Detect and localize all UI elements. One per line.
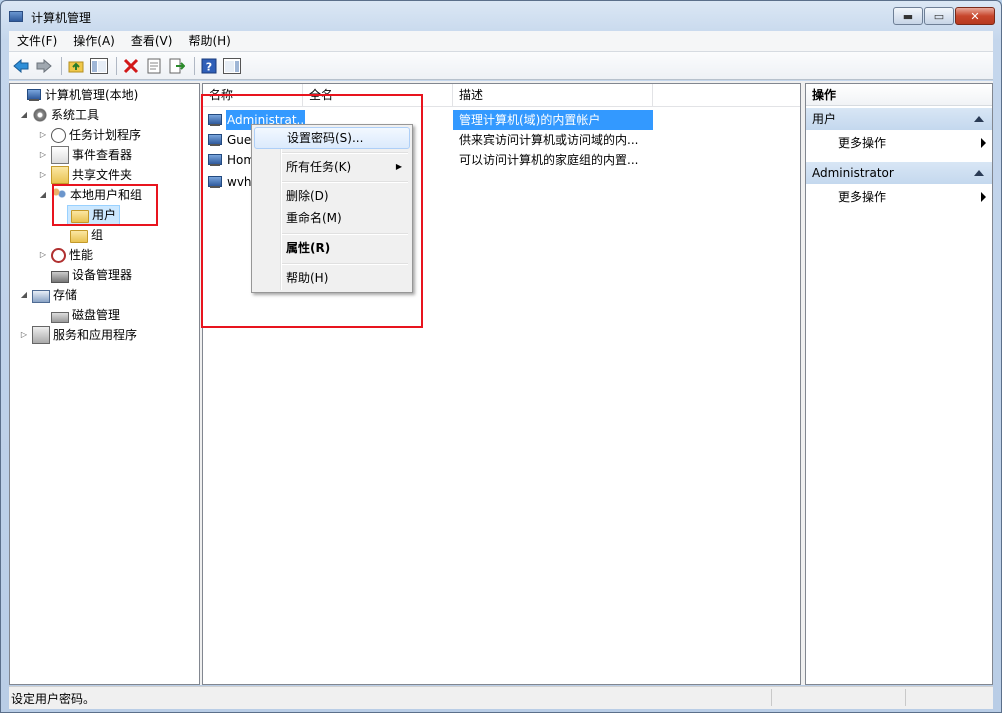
disk-management-icon <box>51 312 69 323</box>
services-apps-icon <box>32 326 50 344</box>
shared-folders-icon <box>51 166 69 184</box>
action-more-actions-users[interactable]: 更多操作 <box>806 132 992 154</box>
status-text: 设定用户密码。 <box>11 692 96 706</box>
task-scheduler-icon <box>51 127 66 143</box>
tree-item-disk-management[interactable]: 磁盘管理 <box>37 305 120 325</box>
tree-item-label: 设备管理器 <box>72 268 133 282</box>
tree-item-label: 服务和应用程序 <box>53 328 138 342</box>
status-bar: 设定用户密码。 <box>9 686 993 709</box>
tree-item-storage[interactable]: ◢ 存储 <box>18 285 77 305</box>
action-section-users[interactable]: 用户 <box>806 108 992 130</box>
tree-expander[interactable]: ▷ <box>37 125 49 145</box>
tree-item-services-apps[interactable]: ▷ 服务和应用程序 <box>18 325 137 345</box>
tree-item-shared-folders[interactable]: ▷ 共享文件夹 <box>37 165 132 185</box>
tree-expander[interactable]: ◢ <box>18 285 30 305</box>
groups-folder-icon <box>70 230 88 243</box>
title-bar[interactable]: 计算机管理 ▬ ▭ ✕ <box>1 1 1001 31</box>
event-viewer-icon <box>51 146 69 164</box>
annotation-box-context-menu <box>201 94 423 328</box>
action-more-actions-administrator[interactable]: 更多操作 <box>806 186 992 208</box>
cell-description: 可以访问计算机的家庭组的内置... <box>459 153 639 167</box>
back-arrow-icon[interactable] <box>11 56 31 76</box>
menu-action[interactable]: 操作(A) <box>65 31 123 51</box>
properties-icon[interactable] <box>144 56 164 76</box>
maximize-button[interactable]: ▭ <box>924 7 954 25</box>
collapse-icon[interactable] <box>974 170 984 176</box>
action-section-administrator[interactable]: Administrator <box>806 162 992 184</box>
tree-item-performance[interactable]: ▷ 性能 <box>37 245 93 265</box>
tree-item-label: 磁盘管理 <box>72 308 121 322</box>
tree-item-label: 计算机管理(本地) <box>45 88 139 102</box>
tree-expander[interactable]: ◢ <box>18 105 30 125</box>
tree-expander[interactable]: ◢ <box>37 185 49 205</box>
submenu-arrow-icon <box>981 192 986 202</box>
help-icon[interactable]: ? <box>199 56 219 76</box>
tree-expander[interactable]: ▷ <box>18 325 30 345</box>
status-divider <box>771 689 772 706</box>
tree-item-event-viewer[interactable]: ▷ 事件查看器 <box>37 145 132 165</box>
toolbar: ? <box>9 52 993 80</box>
tree-expander[interactable]: ▷ <box>37 165 49 185</box>
window-title: 计算机管理 <box>31 11 92 25</box>
delete-icon[interactable] <box>121 56 141 76</box>
cell-description: 管理计算机(域)的内置帐户 <box>453 110 653 130</box>
menu-bar: 文件(F) 操作(A) 查看(V) 帮助(H) <box>9 31 993 52</box>
computer-management-icon <box>9 11 23 22</box>
computer-management-icon <box>26 87 42 103</box>
tree-item-computer-management[interactable]: 计算机管理(本地) <box>12 85 138 105</box>
toolbar-separator <box>61 56 62 75</box>
action-section-label: Administrator <box>812 166 894 180</box>
svg-text:?: ? <box>206 60 212 73</box>
tree-item-label: 任务计划程序 <box>69 128 142 142</box>
tree-item-device-manager[interactable]: 设备管理器 <box>37 265 132 285</box>
action-item-label: 更多操作 <box>838 136 887 150</box>
cell-description <box>459 172 659 192</box>
annotation-box-users-node <box>52 184 158 226</box>
device-manager-icon <box>51 271 69 283</box>
menu-view[interactable]: 查看(V) <box>123 31 181 51</box>
console-tree-pane[interactable]: 计算机管理(本地) ◢ 系统工具 ▷ 任务计划程序 ▷ 事件查看器 ▷ 共享文件… <box>9 83 200 685</box>
action-section-label: 用户 <box>812 112 837 126</box>
tree-item-groups[interactable]: 组 <box>56 225 103 245</box>
action-pane: 操作 用户 更多操作 Administrator 更多操作 <box>805 83 993 685</box>
toolbar-separator <box>116 56 117 75</box>
tree-item-label: 性能 <box>69 248 94 262</box>
tree-item-label: 事件查看器 <box>72 148 133 162</box>
tree-item-label: 系统工具 <box>51 108 100 122</box>
submenu-arrow-icon <box>981 138 986 148</box>
tree-item-task-scheduler[interactable]: ▷ 任务计划程序 <box>37 125 141 145</box>
column-header-description[interactable]: 描述 <box>453 84 653 106</box>
up-folder-icon[interactable] <box>66 56 86 76</box>
collapse-icon[interactable] <box>974 116 984 122</box>
menu-file[interactable]: 文件(F) <box>9 31 65 51</box>
client-area: 计算机管理(本地) ◢ 系统工具 ▷ 任务计划程序 ▷ 事件查看器 ▷ 共享文件… <box>9 81 993 685</box>
tree-item-label: 组 <box>91 228 104 242</box>
performance-icon <box>51 247 66 263</box>
toolbar-separator <box>194 56 195 75</box>
tree-expander[interactable]: ▷ <box>37 145 49 165</box>
system-tools-icon <box>32 107 48 123</box>
tree-item-label: 存储 <box>53 288 78 302</box>
tree-expander[interactable]: ▷ <box>37 245 49 265</box>
forward-arrow-icon[interactable] <box>34 56 54 76</box>
minimize-button[interactable]: ▬ <box>893 7 923 25</box>
tree-item-system-tools[interactable]: ◢ 系统工具 <box>18 105 99 125</box>
cell-description: 供来宾访问计算机或访问域的内... <box>459 133 639 147</box>
menu-help[interactable]: 帮助(H) <box>180 31 238 51</box>
action-pane-header: 操作 <box>806 84 992 106</box>
close-button[interactable]: ✕ <box>955 7 995 25</box>
storage-icon <box>32 290 50 303</box>
action-item-label: 更多操作 <box>838 190 887 204</box>
show-hide-action-pane-icon[interactable] <box>222 56 242 76</box>
show-hide-tree-icon[interactable] <box>89 56 109 76</box>
status-divider <box>905 689 906 706</box>
computer-management-window: 计算机管理 ▬ ▭ ✕ 文件(F) 操作(A) 查看(V) 帮助(H) ? 计算… <box>0 0 1002 713</box>
tree-item-label: 共享文件夹 <box>72 168 133 182</box>
export-list-icon[interactable] <box>167 56 187 76</box>
